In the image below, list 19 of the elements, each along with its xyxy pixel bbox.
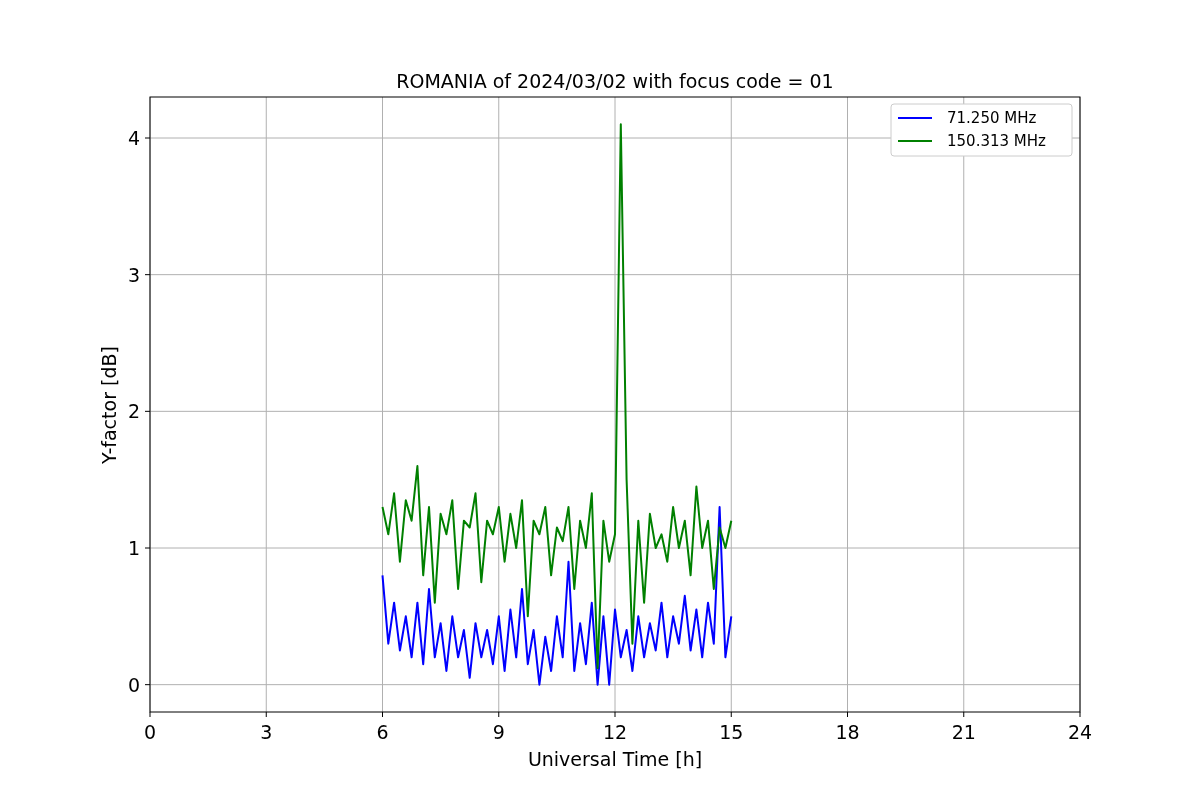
y-tick-label: 4	[127, 127, 140, 149]
y-tick-label: 3	[127, 263, 140, 286]
x-tick-label: 12	[602, 721, 628, 743]
y-tick-label: 2	[127, 400, 140, 423]
x-tick-label: 21	[951, 721, 976, 743]
x-tick-label: 3	[260, 721, 273, 743]
x-tick-label: 0	[143, 721, 157, 743]
chart-title: ROMANIA of 2024/03/02 with focus code = 01	[396, 70, 834, 92]
y-axis-label: Y-factor [dB]	[98, 346, 120, 464]
x-tick-label: 9	[492, 721, 505, 743]
x-tick-label: 24	[1067, 721, 1093, 743]
x-tick-label: 18	[835, 721, 860, 743]
y-tick-label: 1	[127, 537, 140, 559]
legend-label: 150.313 MHz	[947, 132, 1046, 150]
x-tick-label: 15	[719, 721, 744, 743]
legend-label: 71.250 MHz	[947, 109, 1037, 127]
y-tick-label: 0	[127, 673, 140, 696]
x-axis-label: Universal Time [h]	[527, 748, 703, 770]
x-tick-label: 6	[376, 721, 389, 743]
